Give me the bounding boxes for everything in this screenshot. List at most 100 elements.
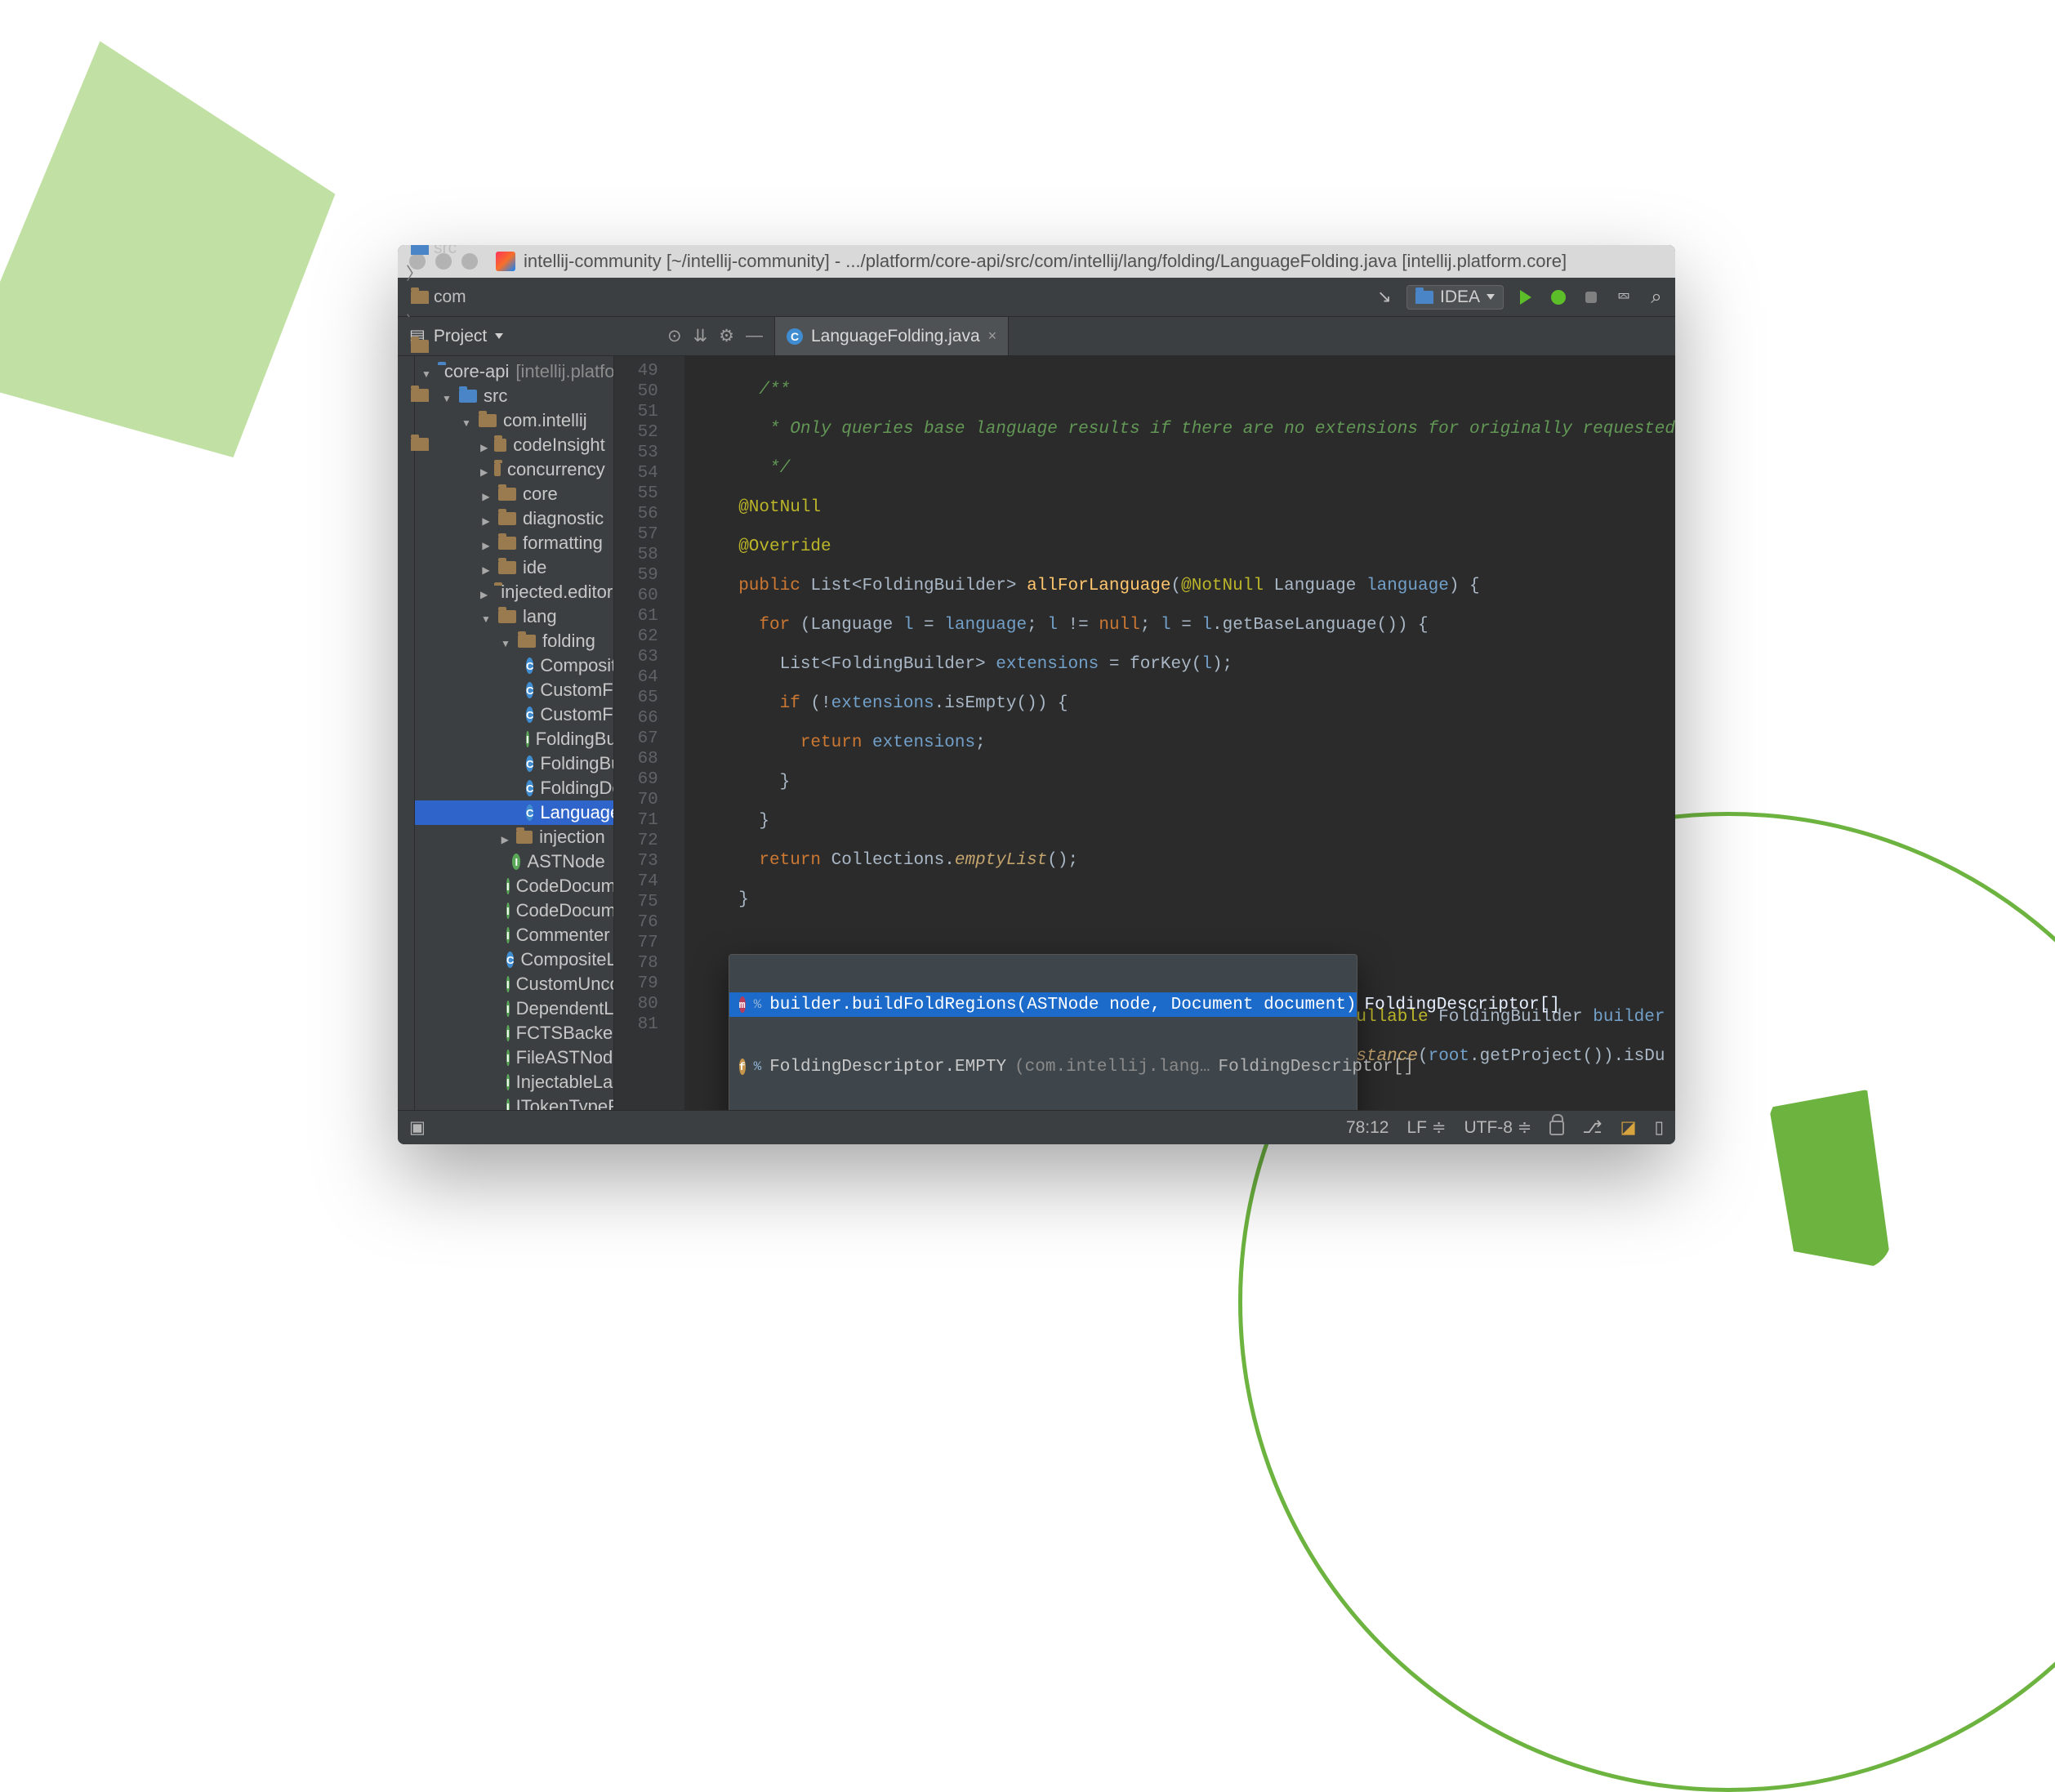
caret-position[interactable]: 78:12 (1346, 1118, 1389, 1138)
tree-item[interactable]: CFoldingDescriptor (415, 776, 613, 800)
code-text: @Override (738, 537, 831, 556)
completion-label: builder.buildFoldRegions(ASTNode node, D… (769, 996, 1356, 1014)
tree-item-label: FoldingBuilder (536, 729, 614, 750)
tree-item[interactable]: formatting (415, 531, 613, 555)
tree-item[interactable]: CCompositeFoldingBuilder (415, 653, 613, 678)
disclosure-triangle-icon[interactable] (480, 606, 492, 627)
project-tool-header[interactable]: ▤ Project ⊙ ⇊ ⚙ — (398, 317, 775, 355)
toolwindow-toggle-icon[interactable]: ▣ (409, 1117, 426, 1138)
disclosure-triangle-icon[interactable] (421, 361, 431, 382)
code-area[interactable]: /** * Only queries base language results… (684, 356, 1675, 1110)
tree-item[interactable]: ICustomUncommenter (415, 972, 613, 996)
percent-icon: % (754, 1059, 762, 1074)
hide-icon[interactable]: — (746, 326, 763, 346)
close-icon[interactable]: × (988, 328, 997, 345)
tree-item[interactable]: core-api [intellij.platform.core] (415, 359, 613, 384)
tree-item[interactable]: injected.editor (415, 580, 613, 604)
class-icon: C (526, 805, 533, 821)
tree-item[interactable]: diagnostic (415, 506, 613, 531)
folder-icon (411, 245, 429, 255)
line-ending[interactable]: LF ≑ (1407, 1117, 1447, 1138)
disclosure-triangle-icon[interactable] (480, 557, 492, 578)
search-icon[interactable]: ⌕ (1646, 287, 1667, 308)
interface-icon: I (506, 903, 510, 919)
tree-item[interactable]: core (415, 482, 613, 506)
run-config-selector[interactable]: IDEA (1406, 285, 1504, 310)
tree-item[interactable]: ICodeDocumentationAwareCo (415, 898, 613, 923)
completion-popup[interactable]: m % builder.buildFoldRegions(ASTNode nod… (729, 954, 1357, 1110)
tree-item[interactable]: folding (415, 629, 613, 653)
window-title: intellij-community [~/intellij-community… (524, 251, 1567, 272)
tree-item-label: diagnostic (523, 508, 604, 529)
breadcrumb-item[interactable]: src (406, 245, 570, 261)
disclosure-triangle-icon[interactable] (500, 827, 510, 848)
tree-item-label: folding (542, 631, 595, 652)
git-branch-icon[interactable]: ⎇ (1582, 1117, 1602, 1138)
interface-icon: I (526, 731, 529, 747)
tree-item-label: com.intellij (503, 410, 587, 431)
tree-item[interactable]: com.intellij (415, 408, 613, 433)
tree-item[interactable]: ICommenter (415, 923, 613, 947)
tree-item[interactable]: lang (415, 604, 613, 629)
line-number: 81 (614, 1014, 658, 1035)
disclosure-triangle-icon[interactable] (500, 631, 511, 652)
lock-icon[interactable] (1549, 1121, 1564, 1135)
project-tree[interactable]: core-api [intellij.platform.core]srccom.… (415, 356, 614, 1110)
tree-item[interactable]: CFoldingBuilderEx (415, 751, 613, 776)
stop-button[interactable] (1580, 287, 1602, 308)
line-number: 73 (614, 851, 658, 871)
tree-item[interactable]: ide (415, 555, 613, 580)
completion-item[interactable]: f % FoldingDescriptor.EMPTY (com.intelli… (729, 1054, 1357, 1079)
editor-tab[interactable]: C LanguageFolding.java × (775, 317, 1009, 355)
git-icon[interactable]: ⮹ (1613, 287, 1634, 308)
memory-indicator-icon[interactable]: ▯ (1654, 1117, 1664, 1138)
tree-item[interactable]: concurrency (415, 457, 613, 482)
percent-icon: % (754, 997, 762, 1012)
disclosure-triangle-icon[interactable] (480, 533, 492, 554)
chevron-down-icon (1487, 294, 1495, 300)
code-editor[interactable]: 4950515253545556575859606162636465666768… (614, 356, 1675, 1110)
tree-item[interactable]: IDependentLanguage (415, 996, 613, 1021)
tree-item[interactable]: CCompositeLanguage (415, 947, 613, 972)
tree-item[interactable]: IITokenTypeRemapper (415, 1094, 613, 1110)
tree-item[interactable]: IInjectableLanguage (415, 1070, 613, 1094)
tree-item[interactable]: ICodeDocumentationAwareCo (415, 874, 613, 898)
tree-item[interactable]: codeInsight (415, 433, 613, 457)
tree-item[interactable]: CCustomFoldingBuilder (415, 678, 613, 702)
tree-item[interactable]: CLanguageFolding (415, 800, 613, 825)
line-number: 53 (614, 443, 658, 463)
tree-item[interactable]: I FoldingBuilder (415, 727, 613, 751)
folder-icon (498, 537, 516, 550)
build-icon[interactable]: ↘ (1374, 287, 1395, 308)
disclosure-triangle-icon[interactable] (441, 386, 452, 407)
disclosure-triangle-icon[interactable] (480, 582, 488, 603)
tree-item-suffix: [intellij.platform.core] (515, 361, 613, 382)
folder-icon (494, 439, 506, 452)
toolwindow-stripe[interactable] (398, 356, 415, 1110)
disclosure-triangle-icon[interactable] (461, 410, 472, 431)
completion-item[interactable]: m % builder.buildFoldRegions(ASTNode nod… (729, 992, 1357, 1017)
tree-item-label: ITokenTypeRemapper (516, 1096, 614, 1110)
file-encoding[interactable]: UTF-8 ≑ (1464, 1117, 1531, 1138)
tree-item[interactable]: IFCTSBackedLighterAST (415, 1021, 613, 1045)
tree-item[interactable]: IFileASTNode (415, 1045, 613, 1070)
run-button[interactable] (1515, 287, 1536, 308)
tree-item[interactable]: CCustomFoldingProvider (415, 702, 613, 727)
gear-icon[interactable]: ⚙ (719, 326, 734, 346)
inspection-indicator-icon[interactable]: ◪ (1620, 1117, 1637, 1138)
debug-button[interactable] (1548, 287, 1569, 308)
collapse-icon[interactable]: ⇊ (693, 326, 708, 346)
disclosure-triangle-icon[interactable] (480, 508, 492, 529)
tree-item[interactable]: IASTNode (415, 849, 613, 874)
class-icon: C (526, 780, 533, 796)
method-icon: m (739, 996, 746, 1013)
disclosure-triangle-icon[interactable] (480, 435, 488, 456)
tree-item[interactable]: injection (415, 825, 613, 849)
breadcrumb-item[interactable]: com (406, 285, 570, 310)
folder-icon (516, 831, 533, 844)
locate-icon[interactable]: ⊙ (667, 326, 682, 346)
disclosure-triangle-icon[interactable] (480, 484, 492, 505)
tree-item[interactable]: src (415, 384, 613, 408)
line-number: 67 (614, 729, 658, 749)
disclosure-triangle-icon[interactable] (480, 459, 488, 480)
